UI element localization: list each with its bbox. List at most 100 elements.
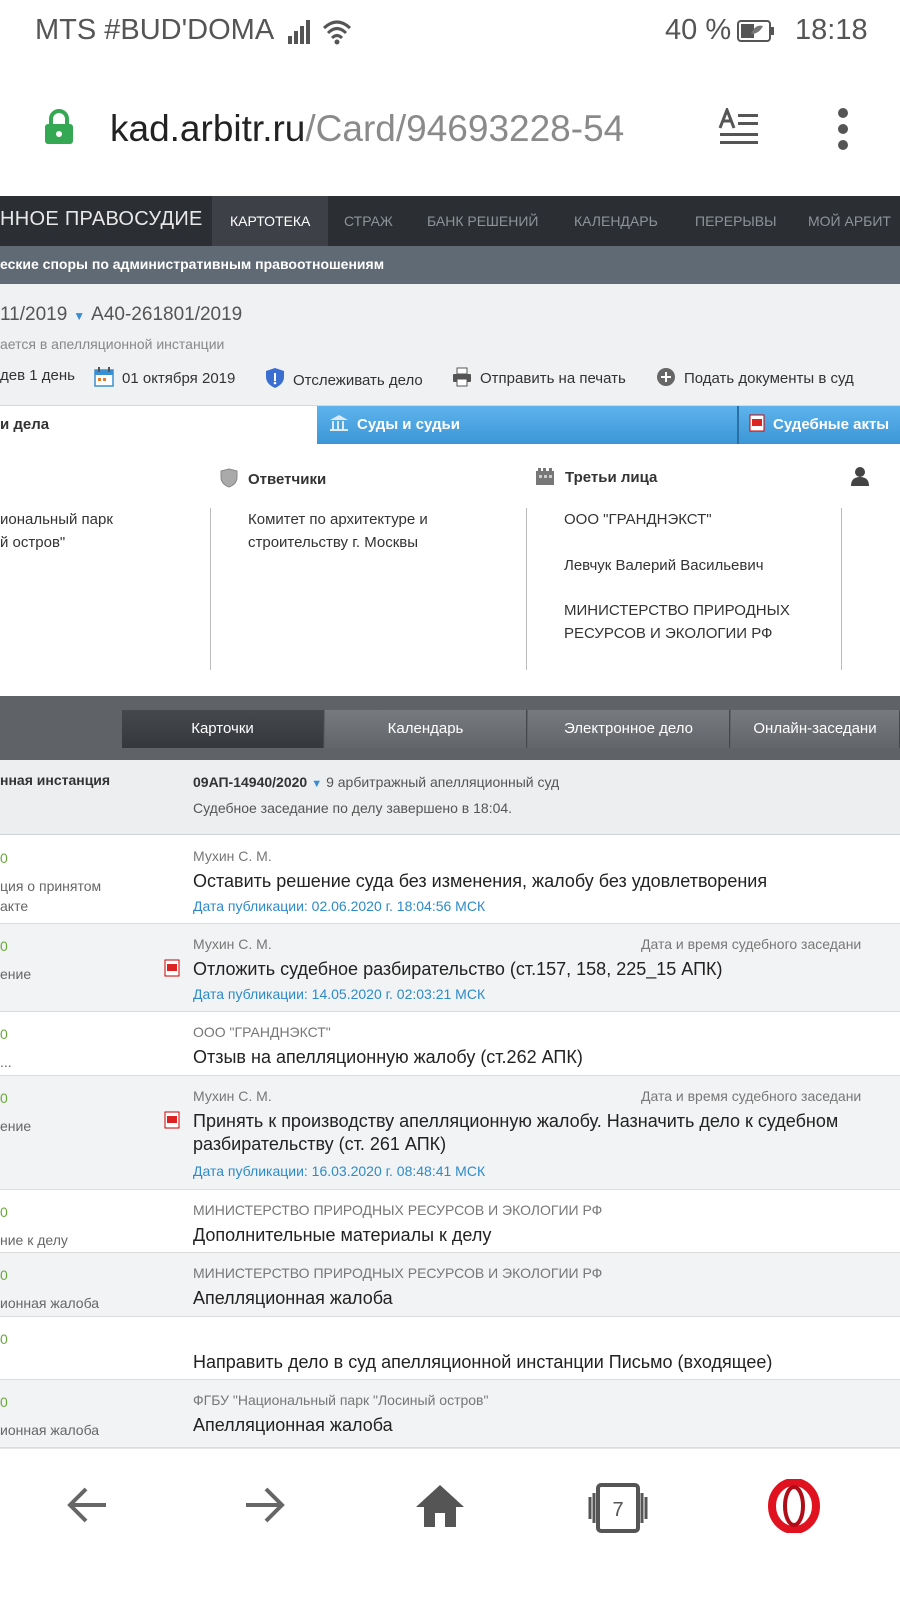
event-type: ние к делу (0, 1232, 68, 1248)
calendar-date[interactable]: 01 октября 2019 (94, 367, 235, 391)
nav-strazh[interactable]: СТРАЖ (344, 196, 393, 246)
third-party-1[interactable]: ООО "ГРАНДНЭКСТ" (564, 508, 712, 531)
pdf-icon[interactable] (164, 1111, 180, 1134)
case-parties: иональный парк й остров" Ответчики Комит… (0, 444, 900, 696)
event-type: ение (0, 1118, 32, 1134)
event-session-datetime: Дата и время судебного заседани (641, 1088, 862, 1104)
event-title[interactable]: Апелляционная жалоба (193, 1287, 393, 1310)
event-date: 0 (0, 1204, 8, 1220)
event-date: 0 (0, 1026, 8, 1042)
home-icon[interactable] (414, 1483, 466, 1534)
third-party-3-line-2: РЕСУРСОВ И ЭКОЛОГИИ РФ (564, 625, 773, 642)
event-date: 0 (0, 1331, 8, 1347)
tab-courts-judges[interactable]: Суды и судьи (317, 406, 737, 444)
event-row[interactable]: 0 ... ООО "ГРАНДНЭКСТ" Отзыв на апелляци… (0, 1012, 900, 1076)
event-row[interactable]: 0 Направить дело в суд апелляционной инс… (0, 1317, 900, 1380)
event-title[interactable]: Апелляционная жалоба (193, 1414, 393, 1437)
url-text[interactable]: kad.arbitr.ru/Card/94693228-54 (110, 108, 680, 150)
tab-case-parties-label: и дела (0, 416, 50, 433)
respondents-title: Ответчики (220, 468, 326, 492)
instance-case: 09АП-14940/2020 ▼ 9 арбитражный апелляцион… (193, 774, 559, 790)
tab-count: 7 (612, 1499, 623, 1521)
lock-icon[interactable] (44, 109, 74, 150)
event-author: МИНИСТЕРСТВО ПРИРОДНЫХ РЕСУРСОВ И ЭКОЛОГ… (193, 1265, 603, 1281)
tab-case-parties[interactable]: и дела (0, 406, 317, 444)
battery-icon (737, 20, 775, 47)
event-row[interactable]: 0 ение Мухин С. М. Дата и время судебног… (0, 1076, 900, 1190)
site-brand[interactable]: ННОЕ ПРАВОСУДИЕ (0, 208, 203, 231)
event-title[interactable]: Дополнительные материалы к делу (193, 1224, 491, 1247)
print-button[interactable]: Отправить на печать (452, 367, 626, 391)
url-domain: kad.arbitr.ru (110, 108, 306, 149)
event-author: МИНИСТЕРСТВО ПРИРОДНЫХ РЕСУРСОВ И ЭКОЛОГ… (193, 1202, 603, 1218)
clock: 18:18 (795, 14, 868, 46)
event-type-line-2: акте (0, 898, 29, 914)
view-tab-calendar[interactable]: Календарь (325, 710, 527, 748)
browser-bottom-nav: 7 (0, 1448, 900, 1600)
event-title[interactable]: Принять к производству апелляционную жал… (193, 1110, 838, 1156)
respondent-line-2: строительству г. Москвы (248, 534, 419, 551)
case-toolbar: дев 1 день 01 октября 2019 Отслеживать д… (0, 367, 900, 391)
event-date: 0 (0, 938, 8, 954)
opera-logo-icon[interactable] (768, 1478, 820, 1538)
carrier-name: MTS #BUD'DOMA (35, 14, 275, 46)
session-status: Судебное заседание по делу завершено в 1… (193, 800, 513, 816)
plaintiff-name[interactable]: иональный парк й остров" (0, 508, 113, 554)
browser-url-bar[interactable]: kad.arbitr.ru/Card/94693228-54 (0, 64, 900, 196)
case-numbers: 11/2019 ▼ А40-261801/2019 (0, 304, 242, 326)
nav-pereryvy[interactable]: ПЕРЕРЫВЫ (695, 196, 777, 246)
event-publication-date: Дата публикации: 02.06.2020 г. 18:04:56 … (193, 898, 486, 914)
event-publication-date: Дата публикации: 16.03.2020 г. 08:48:41 … (193, 1163, 486, 1179)
pdf-icon[interactable] (164, 959, 180, 982)
event-row[interactable]: 0 ионная жалоба ФГБУ "Национальный парк … (0, 1380, 900, 1448)
event-title[interactable]: Направить дело в суд апелляционной инста… (193, 1351, 772, 1374)
nav-moy-arbitr[interactable]: МОЙ АРБИТ (808, 196, 891, 246)
tabs-counter-icon[interactable]: 7 (586, 1483, 650, 1538)
track-case-button[interactable]: Отслеживать дело (265, 367, 423, 393)
event-date: 0 (0, 850, 8, 866)
view-tab-electronic-case[interactable]: Электронное дело (528, 710, 730, 748)
view-tab-online-session[interactable]: Онлайн-заседани (731, 710, 900, 748)
nav-kartoteka[interactable]: КАРТОТЕКА (212, 196, 329, 246)
event-title[interactable]: Отзыв на апелляционную жалобу (ст.262 АП… (193, 1046, 583, 1069)
battery-percent: 40 % (665, 14, 732, 46)
submit-documents-button[interactable]: Подать документы в суд (656, 367, 854, 391)
forward-arrow-icon[interactable] (242, 1483, 286, 1532)
event-publication-date: Дата публикации: 14.05.2020 г. 02:03:21 … (193, 986, 486, 1002)
event-row[interactable]: 0 ионная жалоба МИНИСТЕРСТВО ПРИРОДНЫХ Р… (0, 1253, 900, 1317)
case-number-prev[interactable]: 11/2019 (0, 304, 67, 325)
tab-courts-judges-label: Суды и судьи (357, 416, 460, 433)
event-type-line-1: ция о принятом (0, 878, 102, 894)
printer-icon (452, 367, 472, 391)
view-tab-cards[interactable]: Карточки (122, 710, 324, 748)
person-icon (850, 466, 870, 491)
case-category-bar: еские споры по административным правоотн… (0, 246, 900, 284)
third-party-2[interactable]: Левчук Валерий Васильевич (564, 554, 764, 577)
calendar-icon (94, 367, 114, 391)
back-arrow-icon[interactable] (66, 1483, 110, 1532)
instance-court: 9 арбитражный апелляционный суд (326, 774, 560, 790)
event-session-datetime: Дата и время судебного заседани (641, 936, 862, 952)
site-nav: ННОЕ ПРАВОСУДИЕ КАРТОТЕКА СТРАЖ БАНК РЕШ… (0, 196, 900, 246)
caret-down-icon[interactable]: ▼ (311, 778, 322, 790)
event-row[interactable]: 0 ение Мухин С. М. Дата и время судебног… (0, 924, 900, 1012)
case-status: ается в апелляционной инстанции (0, 336, 225, 352)
instance-case-number[interactable]: 09АП-14940/2020 (193, 774, 307, 790)
event-type: ение (0, 966, 32, 982)
third-party-3[interactable]: МИНИСТЕРСТВО ПРИРОДНЫХ РЕСУРСОВ И ЭКОЛОГ… (564, 599, 790, 645)
more-menu-icon[interactable] (836, 108, 850, 155)
caret-down-icon[interactable]: ▼ (73, 309, 85, 323)
pdf-icon (749, 409, 765, 447)
event-title[interactable]: Оставить решение суда без изменения, жал… (193, 870, 767, 893)
nav-bank-resheniy[interactable]: БАНК РЕШЕНИЙ (427, 196, 538, 246)
event-row[interactable]: 0 ция о принятом акте Мухин С. М. Оставит… (0, 836, 900, 924)
reader-mode-icon[interactable] (718, 105, 760, 151)
third-parties-title: Третьи лица (535, 468, 657, 490)
respondent-name[interactable]: Комитет по архитектуре и строительству г… (248, 508, 428, 554)
event-title[interactable]: Отложить судебное разбирательство (ст.15… (193, 958, 722, 981)
event-row[interactable]: 0 ние к делу МИНИСТЕРСТВО ПРИРОДНЫХ РЕСУ… (0, 1190, 900, 1253)
nav-kalendar[interactable]: КАЛЕНДАРЬ (574, 196, 658, 246)
event-type: ... (0, 1054, 12, 1070)
tab-court-acts[interactable]: Судебные акты (737, 406, 900, 444)
event-type: ионная жалоба (0, 1422, 100, 1438)
